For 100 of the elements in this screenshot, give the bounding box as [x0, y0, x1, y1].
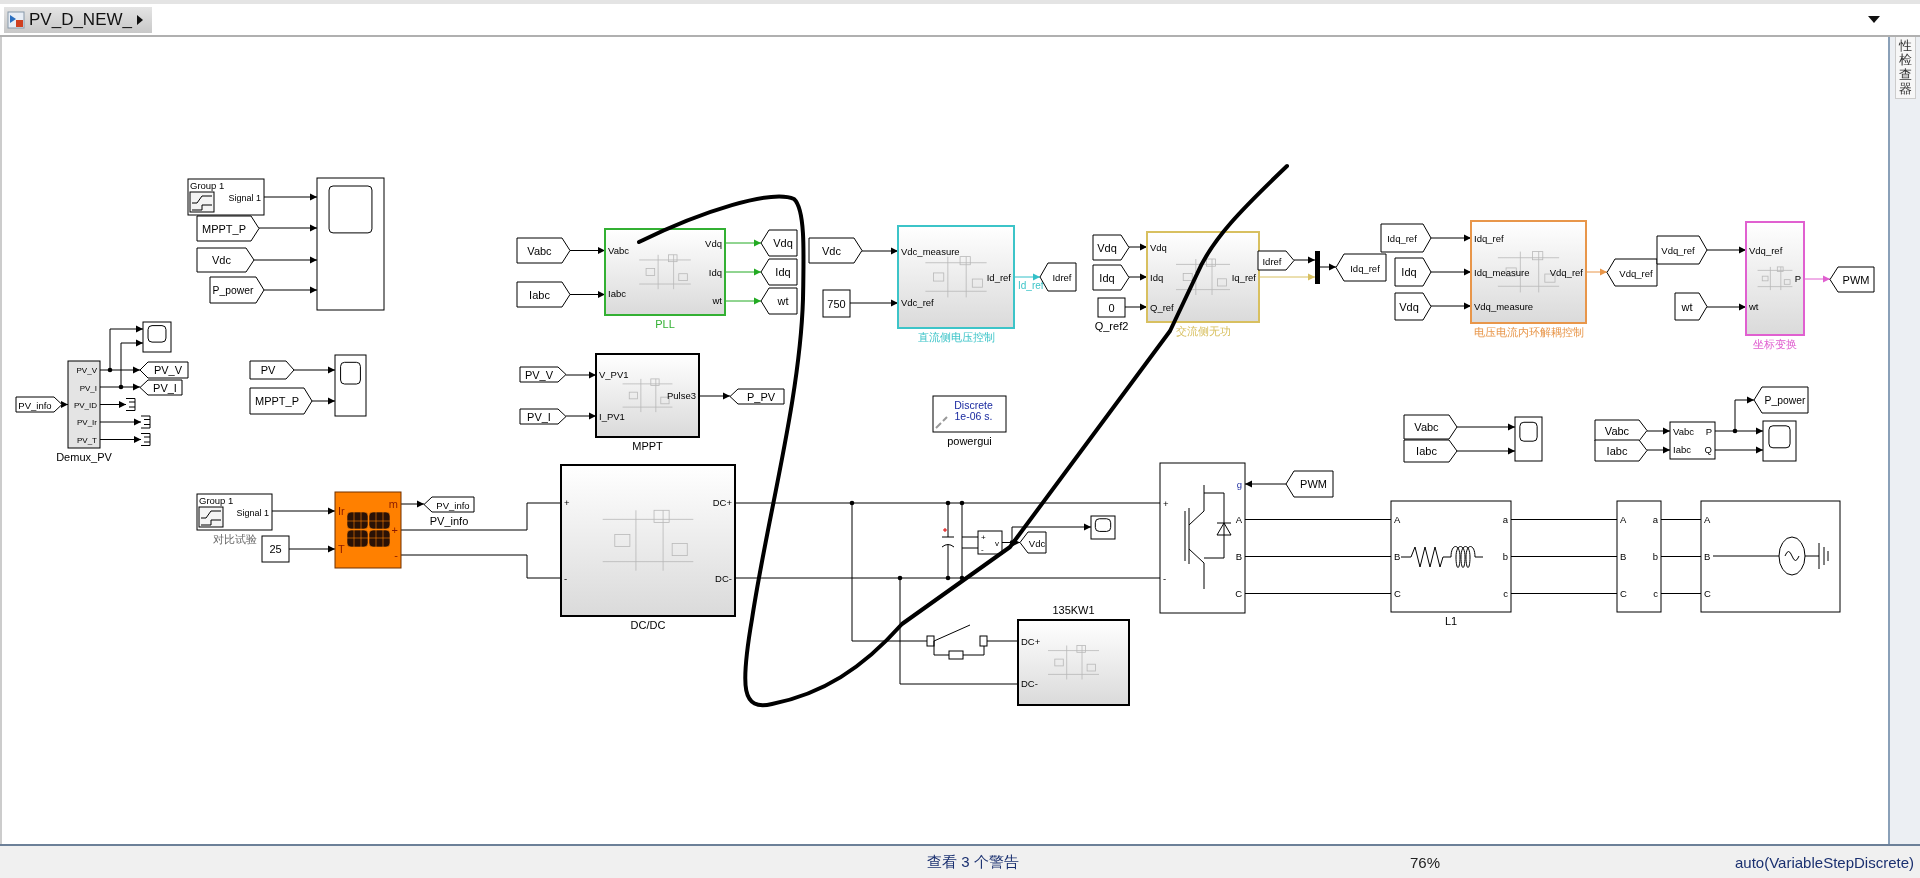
tag-label: Vdq_ref — [1619, 267, 1653, 279]
tag-block — [1394, 257, 1432, 287]
powergui-block[interactable] — [932, 395, 1007, 433]
power-line — [1660, 593, 1702, 594]
tag-block — [519, 408, 567, 425]
signal-label: Signal 1 — [228, 193, 261, 203]
port-label: + — [391, 523, 398, 536]
subsystem-block[interactable] — [560, 464, 736, 617]
tag-label: MPPT_P — [202, 222, 246, 235]
subsystem-block[interactable] — [1470, 220, 1587, 324]
tag-block — [1594, 439, 1648, 462]
tag-block — [1656, 235, 1708, 265]
warnings-link[interactable]: 查看 3 个警告 — [927, 852, 1019, 872]
tag-label: Iabc — [1416, 445, 1437, 457]
signal-line — [293, 366, 336, 374]
tag-label: PV — [260, 364, 276, 376]
tag-label: Idq_ref — [1387, 233, 1417, 244]
tag-block — [1394, 292, 1432, 321]
model-tab[interactable]: PV_D_NEW_ — [4, 6, 152, 33]
signal-icon — [198, 506, 224, 528]
signal-line — [1803, 275, 1831, 283]
signal-line — [263, 286, 318, 294]
tag-block — [209, 276, 265, 304]
subsystem-block[interactable] — [604, 228, 726, 316]
tag-label: Iabc — [529, 288, 550, 301]
signal-line — [861, 247, 899, 255]
port-label: A — [1704, 514, 1711, 525]
port-label: Pulse3 — [666, 390, 696, 401]
port-label: Iq_ref — [1231, 271, 1256, 283]
block-caption: DC/DC — [630, 619, 666, 631]
power-measurement-block — [1669, 421, 1716, 460]
port-label: Iabc — [1673, 444, 1691, 456]
signal-line — [1706, 246, 1747, 254]
tag-label: PV_V — [153, 364, 183, 376]
port-label: Idq_measure — [1474, 266, 1530, 278]
dropdown-caret-icon[interactable] — [1868, 15, 1880, 24]
signal-line — [1013, 273, 1041, 281]
port-label: B — [1620, 551, 1627, 562]
property-inspector-tab[interactable]: 性检查器 — [1894, 37, 1916, 100]
tag-block — [1403, 414, 1458, 440]
resistor-inductor-icon — [1400, 546, 1484, 568]
port-label: C — [1235, 588, 1242, 599]
tag-label: Idq — [775, 266, 791, 278]
signal-line — [1293, 256, 1316, 264]
tag-block — [1674, 292, 1708, 321]
port-label: b — [1652, 551, 1658, 562]
tag-block — [808, 237, 863, 264]
tag-label: PWM — [1842, 273, 1870, 286]
signal-line — [1585, 268, 1608, 276]
port-label: A — [1235, 514, 1242, 525]
signal-line — [1128, 273, 1148, 281]
solar-panel-icon — [346, 511, 391, 548]
scope-block — [1514, 416, 1543, 462]
tag-block — [196, 247, 255, 273]
model-icon — [7, 10, 25, 29]
tag-label: PWM — [1300, 478, 1327, 490]
solver-setting: 1e-06 s. — [954, 410, 993, 422]
port-label: PV_I — [79, 383, 97, 393]
signal-line — [1128, 243, 1148, 251]
port-label: - — [564, 572, 568, 584]
port-label: PV_ID — [73, 401, 97, 410]
tag-label: Vabc — [1414, 421, 1439, 433]
block-caption: L1 — [1444, 615, 1458, 627]
block-caption: 坐标变换 — [1753, 338, 1797, 350]
constant-block — [261, 535, 290, 563]
tag-block — [249, 360, 295, 380]
subsystem-block[interactable] — [1017, 619, 1130, 706]
port-label: + — [1163, 497, 1169, 509]
tag-label: Vabc — [527, 244, 552, 257]
port-label: v — [995, 539, 999, 548]
signal-line — [1430, 268, 1472, 276]
tag-label: Vabc — [1604, 424, 1630, 437]
scope-block — [334, 354, 367, 417]
constant-value: 0 — [1108, 301, 1115, 314]
port-label: Vdc_ref — [901, 297, 934, 308]
signal-line — [569, 291, 606, 298]
block-caption: Demux_PV — [56, 451, 112, 463]
port-label: - — [1163, 572, 1167, 584]
signal-line — [1430, 302, 1472, 310]
solver-status[interactable]: auto(VariableStepDiscrete) — [1735, 853, 1914, 871]
voltmeter-block — [977, 530, 1003, 555]
tag-label: wt — [777, 295, 789, 307]
signal-line — [253, 256, 318, 264]
tag-label: PV_I — [153, 381, 177, 394]
schematic-thumbnail-drawing — [1047, 645, 1100, 680]
signal-line — [1258, 273, 1316, 281]
power-line — [1660, 519, 1702, 520]
port-label: C — [1394, 588, 1401, 599]
port-label: Idq_ref — [1474, 232, 1504, 244]
tag-label: Vdc — [212, 254, 231, 266]
zoom-level: 76% — [1410, 853, 1441, 871]
signal-line — [400, 500, 425, 508]
tag-block — [1380, 223, 1432, 253]
port-label: B — [1394, 551, 1401, 562]
signal-line — [1319, 263, 1337, 271]
tag-block — [1092, 264, 1130, 291]
signal-label: Signal 1 — [236, 508, 269, 518]
subsystem-block[interactable] — [595, 353, 700, 438]
tag-label: Idq_ref — [1350, 262, 1380, 274]
block-caption: 135KW1 — [1052, 604, 1095, 616]
